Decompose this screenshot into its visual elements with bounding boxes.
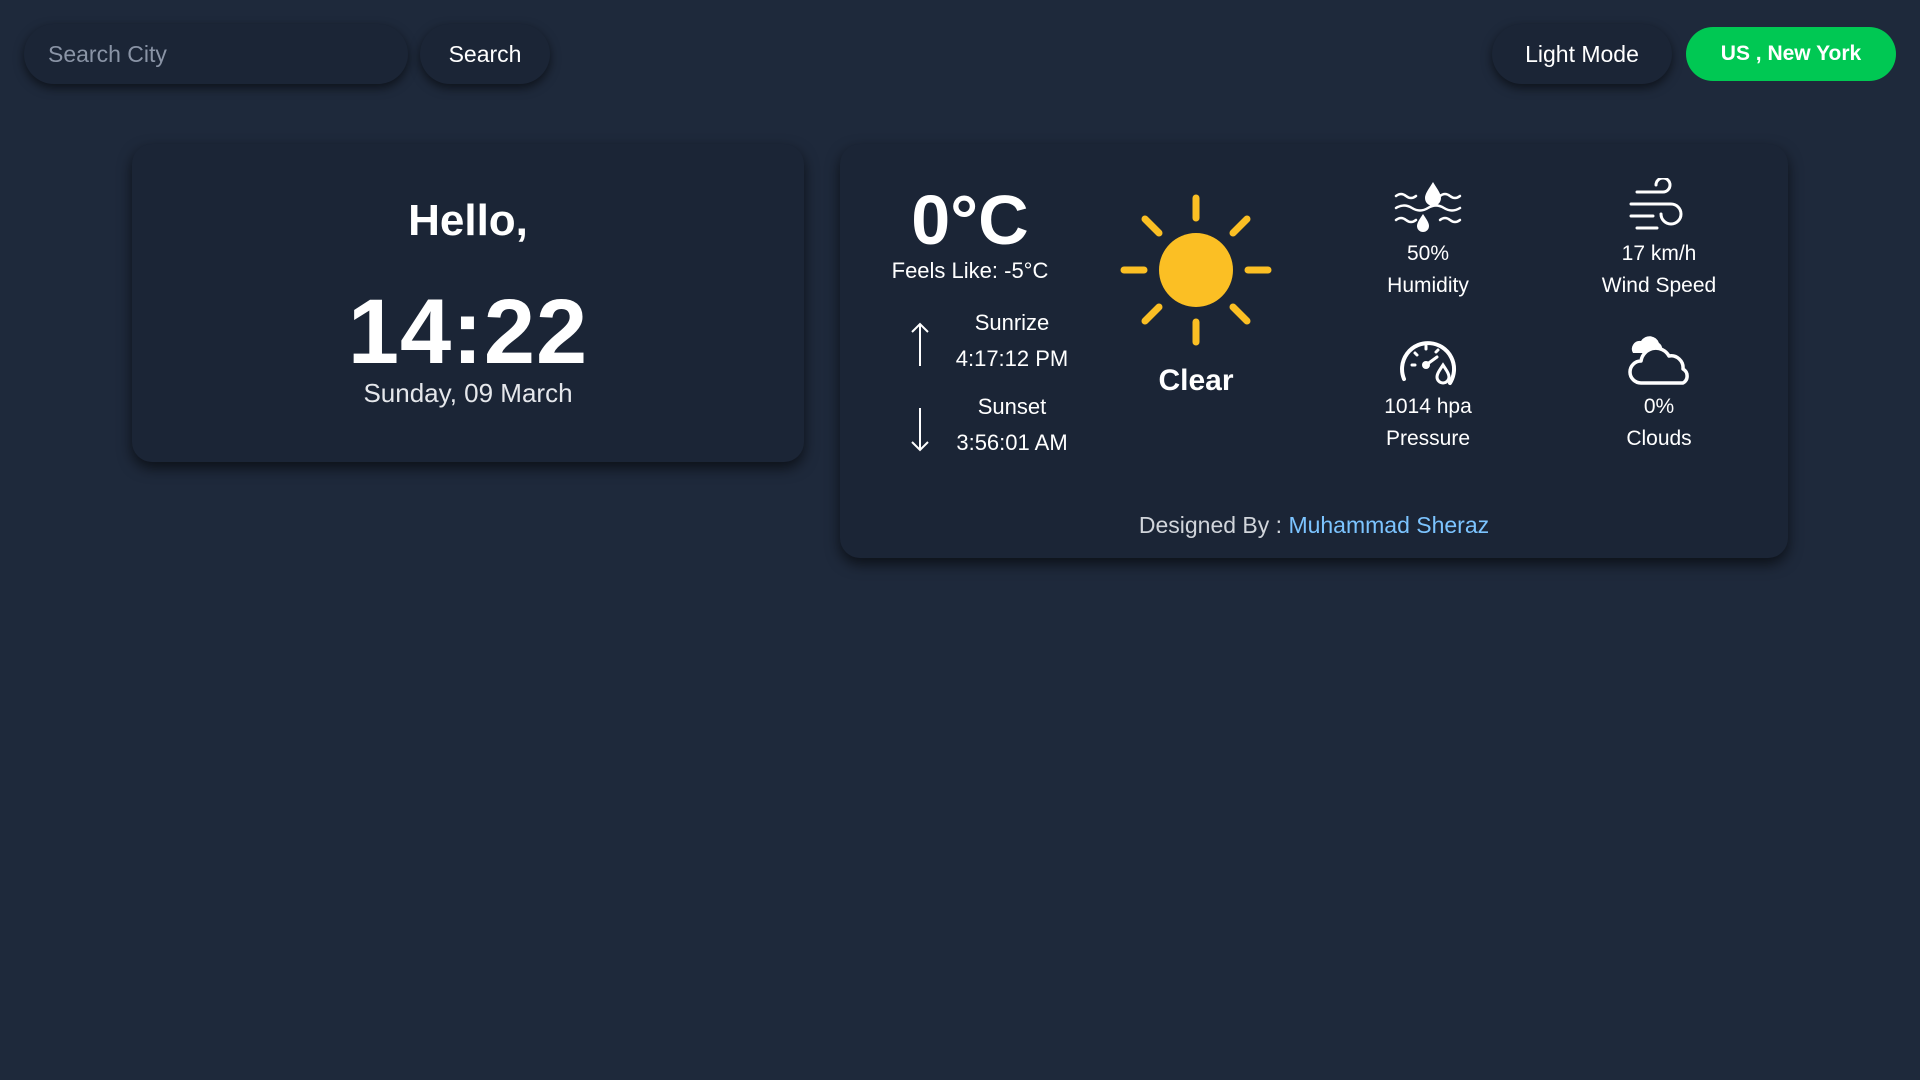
sunrise-row: Sunrize 4:17:12 PM xyxy=(890,310,1090,384)
clock-date: Sunday, 09 March xyxy=(363,378,573,408)
greeting-text: Hello, xyxy=(408,196,528,245)
search-button[interactable]: Search xyxy=(420,24,550,84)
sun-icon xyxy=(1120,194,1272,346)
wind-speed-value: 17 km/h xyxy=(1621,242,1697,265)
current-location-button[interactable]: US , New York xyxy=(1686,27,1896,81)
arrow-down-icon xyxy=(911,408,929,452)
humidity-value: 50% xyxy=(1406,242,1450,265)
pressure-value: 1014 hpa xyxy=(1384,395,1472,418)
sunset-time: 3:56:01 AM xyxy=(956,430,1068,455)
sunset-row: Sunset 3:56:01 AM xyxy=(890,394,1090,468)
designer-credit: Designed By : Muhammad Sheraz xyxy=(840,512,1788,539)
sunrise-label: Sunrize xyxy=(974,310,1050,335)
search-input[interactable] xyxy=(24,24,408,84)
credit-prefix: Designed By : xyxy=(1138,512,1289,538)
pressure-label: Pressure xyxy=(1385,427,1471,450)
feels-like-text: Feels Like: -5°C xyxy=(891,258,1049,283)
author-link[interactable]: Muhammad Sheraz xyxy=(1288,512,1489,538)
clouds-value: 0% xyxy=(1643,395,1675,418)
humidity-stat: 50% Humidity xyxy=(1338,178,1518,318)
weather-card: 0°C Feels Like: -5°C Sunrize 4:17:12 PM … xyxy=(840,144,1788,558)
pressure-gauge-icon xyxy=(1400,341,1456,385)
light-mode-toggle-button[interactable]: Light Mode xyxy=(1492,24,1672,84)
wind-speed-stat: 17 km/h Wind Speed xyxy=(1569,178,1749,318)
sunrise-time: 4:17:12 PM xyxy=(955,346,1069,371)
arrow-up-icon xyxy=(911,322,929,366)
clock-card: Hello, 14:22 Sunday, 09 March xyxy=(132,144,804,462)
top-bar: Search Light Mode US , New York xyxy=(0,0,1920,110)
humidity-label: Humidity xyxy=(1387,274,1469,297)
humidity-icon xyxy=(1394,182,1462,232)
temperature-value: 0°C xyxy=(911,181,1029,259)
sunset-label: Sunset xyxy=(977,394,1047,419)
clouds-label: Clouds xyxy=(1626,427,1692,450)
clock-time: 14:22 xyxy=(347,281,589,383)
clouds-stat: 0% Clouds xyxy=(1569,331,1749,471)
weather-condition-label: Clear xyxy=(1158,364,1234,397)
pressure-stat: 1014 hpa Pressure xyxy=(1338,331,1518,471)
wind-icon xyxy=(1629,178,1683,230)
cloud-icon xyxy=(1628,336,1689,385)
wind-speed-label: Wind Speed xyxy=(1601,274,1717,297)
